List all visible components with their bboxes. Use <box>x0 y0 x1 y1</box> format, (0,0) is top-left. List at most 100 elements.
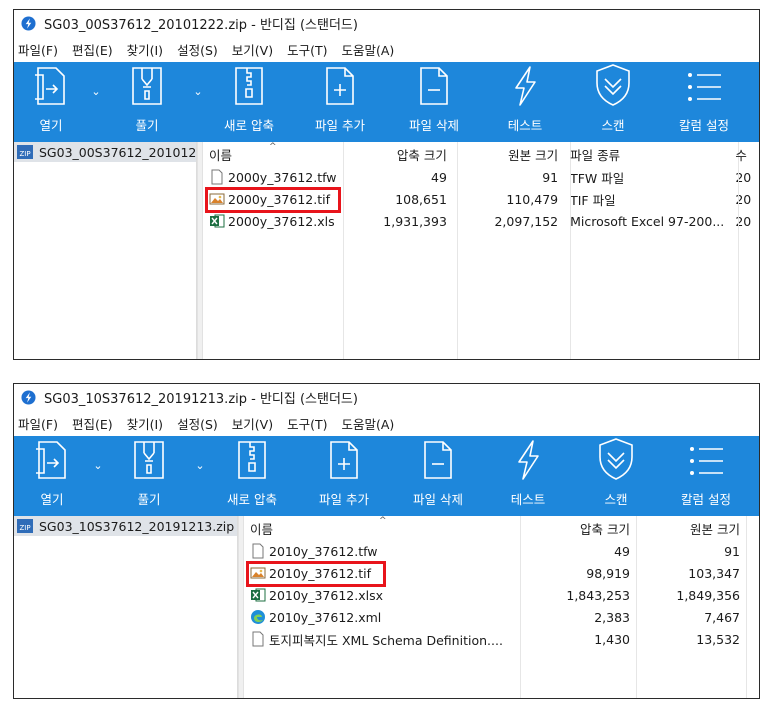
table-row[interactable]: 2010y_37612.xlsx 1,843,253 1,849,356 <box>244 584 759 606</box>
column-header-extra[interactable]: 수 <box>729 142 759 166</box>
window-title: SG03_00S37612_20101222.zip - 반디집 (스탠더드) <box>44 18 358 33</box>
new-zip-button[interactable]: 새로 압축 <box>206 62 292 142</box>
menu-tools[interactable]: 도구(T) <box>287 40 327 59</box>
menu-file[interactable]: 파일(F) <box>18 40 58 59</box>
folder-tree: ZIP SG03_10S37612_20191213.zip <box>14 516 238 698</box>
file-name: 2010y_37612.tfw <box>269 543 378 559</box>
add-file-label: 파일 추가 <box>315 118 365 133</box>
file-list: ^ 이름 압축 크기 원본 크기 파일 종류 수 2000y_37612.tfw… <box>203 142 759 359</box>
column-header-row: ^ 이름 압축 크기 원본 크기 <box>244 516 759 540</box>
excel-icon <box>251 588 266 602</box>
scan-label: 스캔 <box>604 492 628 507</box>
open-label: 열기 <box>40 492 64 507</box>
compressed-size: 98,919 <box>586 565 630 581</box>
menu-find[interactable]: 찾기(I) <box>127 40 163 59</box>
extract-button[interactable]: 풀기 <box>104 62 190 142</box>
column-divider <box>457 142 458 359</box>
tree-item-archive[interactable]: ZIP SG03_00S37612_20101222.zip <box>14 142 196 162</box>
delete-file-button[interactable]: 파일 삭제 <box>392 436 484 516</box>
extract-icon <box>134 441 164 479</box>
menu-view[interactable]: 보기(V) <box>232 414 273 433</box>
extract-dropdown-arrow[interactable]: ⌄ <box>192 436 208 516</box>
open-dropdown-arrow[interactable]: ⌄ <box>88 62 104 142</box>
test-button[interactable]: 테스트 <box>484 436 572 516</box>
extract-button[interactable]: 풀기 <box>106 436 192 516</box>
menu-view[interactable]: 보기(V) <box>232 40 273 59</box>
chevron-down-icon: ⌄ <box>195 458 205 472</box>
open-button[interactable]: 열기 <box>14 62 88 142</box>
column-header-type[interactable]: 파일 종류 <box>564 142 729 166</box>
column-settings-label: 칼럼 설정 <box>681 492 731 507</box>
lightning-icon <box>515 66 536 106</box>
sort-ascending-icon: ^ <box>379 516 387 526</box>
menu-file[interactable]: 파일(F) <box>18 414 58 433</box>
table-row[interactable]: 2010y_37612.xml 2,383 7,467 <box>244 606 759 628</box>
scan-button[interactable]: 스캔 <box>570 62 656 142</box>
delete-file-label: 파일 삭제 <box>413 492 463 507</box>
column-settings-button[interactable]: 칼럼 설정 <box>660 436 752 516</box>
delete-file-button[interactable]: 파일 삭제 <box>388 62 480 142</box>
menu-help[interactable]: 도움말(A) <box>341 414 394 433</box>
menu-bar: 파일(F) 편집(E) 찾기(I) 설정(S) 보기(V) 도구(T) 도움말(… <box>14 411 759 436</box>
table-row[interactable]: 2000y_37612.tfw 49 91 TFW 파일 20 <box>203 166 759 188</box>
menu-edit[interactable]: 편집(E) <box>72 40 113 59</box>
document-icon <box>252 631 264 647</box>
menu-find[interactable]: 찾기(I) <box>127 414 163 433</box>
window-title: SG03_10S37612_20191213.zip - 반디집 (스탠더드) <box>44 392 358 407</box>
file-name: 2000y_37612.tfw <box>228 169 337 185</box>
delete-file-icon <box>424 441 452 479</box>
table-row[interactable]: 2000y_37612.tif 108,651 110,479 TIF 파일 2… <box>203 188 759 210</box>
table-row[interactable]: 토지피복지도 XML Schema Definition.... 1,430 1… <box>244 628 759 650</box>
toolbar: 열기 ⌄ 풀기 ⌄ 새로 압축 파일 추가 파일 삭제 테스트 스캔 칼럼 설정 <box>14 436 759 516</box>
tree-item-label: SG03_00S37612_20101222.zip <box>39 144 196 160</box>
svg-text:ZIP: ZIP <box>19 524 30 532</box>
file-name: 2000y_37612.tif <box>228 191 330 207</box>
file-type: Microsoft Excel 97-200... <box>570 213 725 229</box>
content-area: ZIP SG03_00S37612_20101222.zip ^ 이름 압축 크… <box>14 142 759 359</box>
tree-item-label: SG03_10S37612_20191213.zip <box>39 518 235 534</box>
new-zip-button[interactable]: 새로 압축 <box>208 436 296 516</box>
menu-help[interactable]: 도움말(A) <box>341 40 394 59</box>
extract-dropdown-arrow[interactable]: ⌄ <box>190 62 206 142</box>
table-row[interactable]: 2010y_37612.tif 98,919 103,347 <box>244 562 759 584</box>
scan-button[interactable]: 스캔 <box>572 436 660 516</box>
add-file-button[interactable]: 파일 추가 <box>292 62 388 142</box>
title-bar[interactable]: SG03_00S37612_20101222.zip - 반디집 (스탠더드) <box>14 10 759 37</box>
document-icon <box>252 543 264 559</box>
column-divider <box>738 142 739 359</box>
zip-archive-icon <box>235 67 263 105</box>
column-divider <box>746 516 747 698</box>
compressed-size: 49 <box>431 169 447 185</box>
column-divider <box>520 516 521 698</box>
extract-icon <box>132 67 162 105</box>
column-divider <box>343 142 344 359</box>
test-button[interactable]: 테스트 <box>480 62 570 142</box>
list-settings-icon <box>688 73 721 101</box>
table-row[interactable]: 2000y_37612.xls 1,931,393 2,097,152 Micr… <box>203 210 759 232</box>
original-size: 2,097,152 <box>494 213 559 229</box>
extra-value: 20 <box>735 191 752 207</box>
title-bar[interactable]: SG03_10S37612_20191213.zip - 반디집 (스탠더드) <box>14 384 759 411</box>
open-button[interactable]: 열기 <box>14 436 90 516</box>
open-icon <box>36 441 66 479</box>
column-settings-button[interactable]: 칼럼 설정 <box>656 62 752 142</box>
compressed-size: 1,931,393 <box>383 213 447 229</box>
column-header-row: ^ 이름 압축 크기 원본 크기 파일 종류 수 <box>203 142 759 166</box>
toolbar: 열기 ⌄ 풀기 ⌄ 새로 압축 파일 추가 파일 삭제 테스트 스캔 칼럼 설정 <box>14 62 759 142</box>
column-header-original[interactable]: 원본 크기 <box>636 516 746 540</box>
compressed-size: 1,430 <box>594 631 630 647</box>
open-icon <box>35 67 65 105</box>
table-row[interactable]: 2010y_37612.tfw 49 91 <box>244 540 759 562</box>
menu-settings[interactable]: 설정(S) <box>177 414 218 433</box>
menu-edit[interactable]: 편집(E) <box>72 414 113 433</box>
menu-tools[interactable]: 도구(T) <box>287 414 327 433</box>
open-dropdown-arrow[interactable]: ⌄ <box>90 436 106 516</box>
original-size: 110,479 <box>506 191 559 207</box>
tree-item-archive[interactable]: ZIP SG03_10S37612_20191213.zip <box>14 516 237 536</box>
folder-tree: ZIP SG03_00S37612_20101222.zip <box>14 142 197 359</box>
menu-settings[interactable]: 설정(S) <box>177 40 218 59</box>
column-header-compressed[interactable]: 압축 크기 <box>520 516 636 540</box>
add-file-button[interactable]: 파일 추가 <box>296 436 392 516</box>
column-header-compressed[interactable]: 압축 크기 <box>341 142 453 166</box>
column-header-original[interactable]: 원본 크기 <box>453 142 564 166</box>
